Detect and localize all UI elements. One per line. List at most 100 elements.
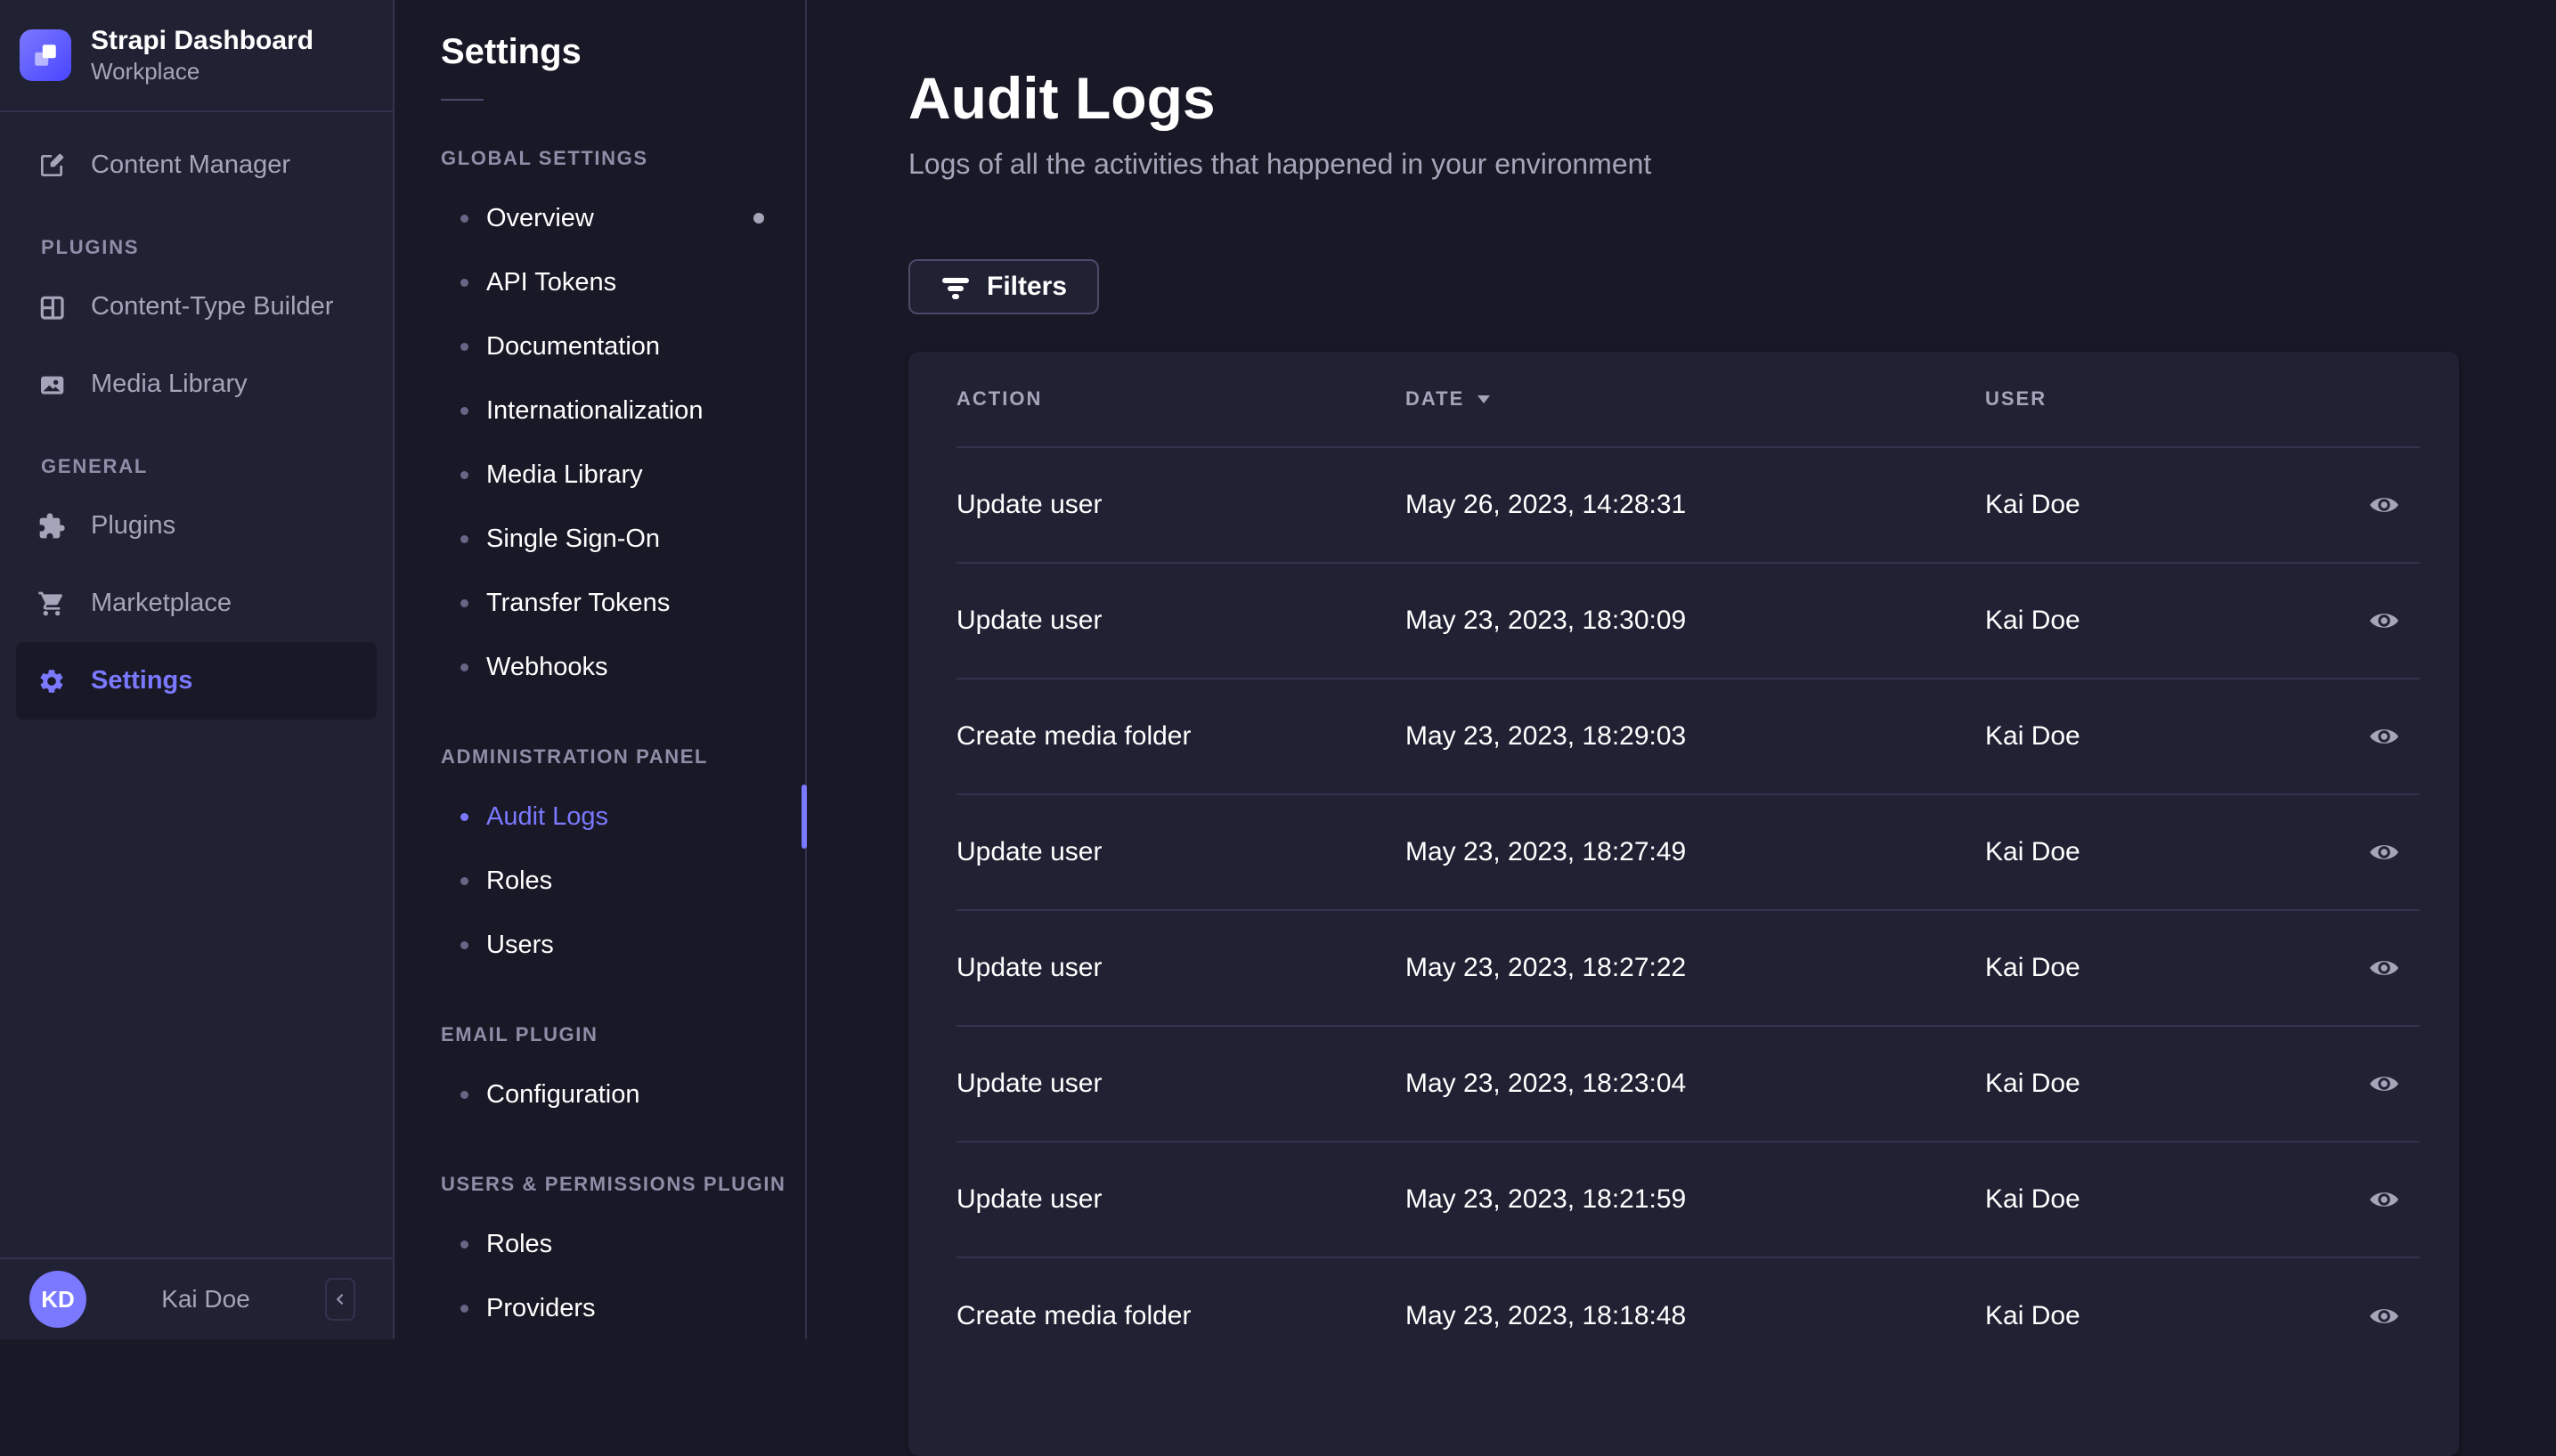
subnav-item-internationalization[interactable]: Internationalization xyxy=(396,378,805,443)
cell-user: Kai Doe xyxy=(1985,1069,2080,1098)
table-row[interactable]: Update user May 26, 2023, 14:28:31 Kai D… xyxy=(956,448,2420,564)
view-details-button[interactable] xyxy=(2363,835,2405,869)
nav-item-label: Content Manager xyxy=(91,150,291,179)
cell-action: Update user xyxy=(956,1069,1103,1098)
view-details-button[interactable] xyxy=(2363,1067,2405,1101)
table-row[interactable]: Update user May 23, 2023, 18:23:04 Kai D… xyxy=(956,1027,2420,1143)
bullet-icon xyxy=(460,663,468,671)
nav-item-content-manager[interactable]: Content Manager xyxy=(16,126,377,204)
nav-item-label: Settings xyxy=(91,666,193,695)
nav-item-content-type-builder[interactable]: Content-Type Builder xyxy=(16,268,377,346)
user-name: Kai Doe xyxy=(161,1285,250,1313)
workspace-subtitle: Workplace xyxy=(91,57,200,85)
bullet-icon xyxy=(460,598,468,607)
subnav-item-audit-logs[interactable]: Audit Logs xyxy=(396,785,807,849)
eye-icon xyxy=(2368,609,2400,632)
bullet-icon xyxy=(460,214,468,223)
subnav-item-admin-roles[interactable]: Roles xyxy=(396,849,805,913)
subnav-title: Settings xyxy=(441,32,582,71)
subnav-section-email-plugin: EMAIL PLUGIN xyxy=(441,1023,598,1045)
subnav-item-up-providers[interactable]: Providers xyxy=(396,1276,805,1340)
cell-date: May 23, 2023, 18:23:04 xyxy=(1405,1069,1687,1098)
bullet-icon xyxy=(460,406,468,415)
table-row[interactable]: Update user May 23, 2023, 18:27:49 Kai D… xyxy=(956,795,2420,911)
cell-user: Kai Doe xyxy=(1985,490,2080,519)
table-row[interactable]: Update user May 23, 2023, 18:30:09 Kai D… xyxy=(956,564,2420,679)
table-row[interactable]: Create media folder May 23, 2023, 18:18:… xyxy=(956,1258,2420,1374)
column-header-action: ACTION xyxy=(956,387,1043,410)
cell-date: May 23, 2023, 18:18:48 xyxy=(1405,1301,1687,1330)
bullet-icon xyxy=(460,1304,468,1313)
collapse-sidebar-button[interactable] xyxy=(325,1278,355,1321)
subnav-item-up-roles[interactable]: Roles xyxy=(396,1212,805,1276)
settings-subnav: Settings GLOBAL SETTINGS Overview API To… xyxy=(396,0,807,1339)
bullet-icon xyxy=(460,876,468,885)
table-row[interactable]: Update user May 23, 2023, 18:27:22 Kai D… xyxy=(956,911,2420,1027)
subnav-divider xyxy=(441,99,484,101)
bullet-icon xyxy=(460,812,468,821)
avatar[interactable]: KD xyxy=(29,1271,86,1328)
nav-item-label: Media Library xyxy=(91,370,248,398)
nav-item-label: Plugins xyxy=(91,511,176,540)
subnav-item-documentation[interactable]: Documentation xyxy=(396,314,805,378)
nav-section-plugins: PLUGINS xyxy=(41,236,140,258)
workspace-title: Strapi Dashboard xyxy=(91,25,314,55)
nav-item-marketplace[interactable]: Marketplace xyxy=(16,565,377,642)
bullet-icon xyxy=(460,1090,468,1099)
bullet-icon xyxy=(460,534,468,543)
view-details-button[interactable] xyxy=(2363,488,2405,522)
view-details-button[interactable] xyxy=(2363,1299,2405,1333)
subnav-item-single-sign-on[interactable]: Single Sign-On xyxy=(396,507,805,571)
marketplace-icon xyxy=(37,590,66,618)
notification-dot xyxy=(753,213,764,224)
eye-icon xyxy=(2368,1305,2400,1328)
cell-date: May 23, 2023, 18:30:09 xyxy=(1405,606,1687,635)
cell-date: May 23, 2023, 18:27:22 xyxy=(1405,953,1687,982)
eye-icon xyxy=(2368,1188,2400,1211)
nav-item-plugins[interactable]: Plugins xyxy=(16,487,377,565)
cell-user: Kai Doe xyxy=(1985,1301,2080,1330)
cell-user: Kai Doe xyxy=(1985,1184,2080,1214)
nav-item-settings[interactable]: Settings xyxy=(16,642,377,720)
workspace-brand[interactable]: Strapi Dashboard Workplace xyxy=(0,0,393,112)
subnav-section-global-settings: GLOBAL SETTINGS xyxy=(441,147,648,169)
filter-icon xyxy=(940,274,971,299)
nav-section-general: GENERAL xyxy=(41,455,149,477)
content-manager-icon xyxy=(37,151,66,180)
subnav-item-webhooks[interactable]: Webhooks xyxy=(396,635,805,699)
nav-item-media-library[interactable]: Media Library xyxy=(16,346,377,423)
cell-date: May 23, 2023, 18:27:49 xyxy=(1405,837,1687,866)
view-details-button[interactable] xyxy=(2363,1183,2405,1216)
media-library-icon xyxy=(37,370,66,399)
cell-action: Update user xyxy=(956,837,1103,866)
cell-date: May 23, 2023, 18:21:59 xyxy=(1405,1184,1687,1214)
subnav-section-users-permissions-plugin: USERS & PERMISSIONS PLUGIN xyxy=(441,1173,786,1195)
eye-icon xyxy=(2368,493,2400,517)
view-details-button[interactable] xyxy=(2363,604,2405,638)
sort-desc-icon xyxy=(1477,395,1491,404)
nav-item-label: Marketplace xyxy=(91,589,232,617)
filters-button[interactable]: Filters xyxy=(908,259,1100,314)
table-row[interactable]: Create media folder May 23, 2023, 18:29:… xyxy=(956,679,2420,795)
subnav-item-api-tokens[interactable]: API Tokens xyxy=(396,250,805,314)
cell-action: Update user xyxy=(956,1184,1103,1214)
cell-user: Kai Doe xyxy=(1985,953,2080,982)
view-details-button[interactable] xyxy=(2363,720,2405,753)
bullet-icon xyxy=(460,470,468,479)
subnav-item-transfer-tokens[interactable]: Transfer Tokens xyxy=(396,571,805,635)
subnav-section-administration-panel: ADMINISTRATION PANEL xyxy=(441,745,709,768)
subnav-item-admin-users[interactable]: Users xyxy=(396,913,805,977)
strapi-logo-icon xyxy=(20,29,71,81)
bullet-icon xyxy=(460,342,468,351)
cell-user: Kai Doe xyxy=(1985,837,2080,866)
subnav-item-overview[interactable]: Overview xyxy=(396,186,805,250)
audit-logs-table: ACTION DATE USER Update user May 26, 202… xyxy=(908,352,2459,1456)
column-header-date[interactable]: DATE xyxy=(1405,387,1985,411)
subnav-item-configuration[interactable]: Configuration xyxy=(396,1062,805,1127)
cell-action: Update user xyxy=(956,606,1103,635)
table-row[interactable]: Update user May 23, 2023, 18:21:59 Kai D… xyxy=(956,1143,2420,1258)
eye-icon xyxy=(2368,1072,2400,1095)
view-details-button[interactable] xyxy=(2363,951,2405,985)
navbar-footer: KD Kai Doe xyxy=(0,1257,393,1339)
subnav-item-media-library[interactable]: Media Library xyxy=(396,443,805,507)
